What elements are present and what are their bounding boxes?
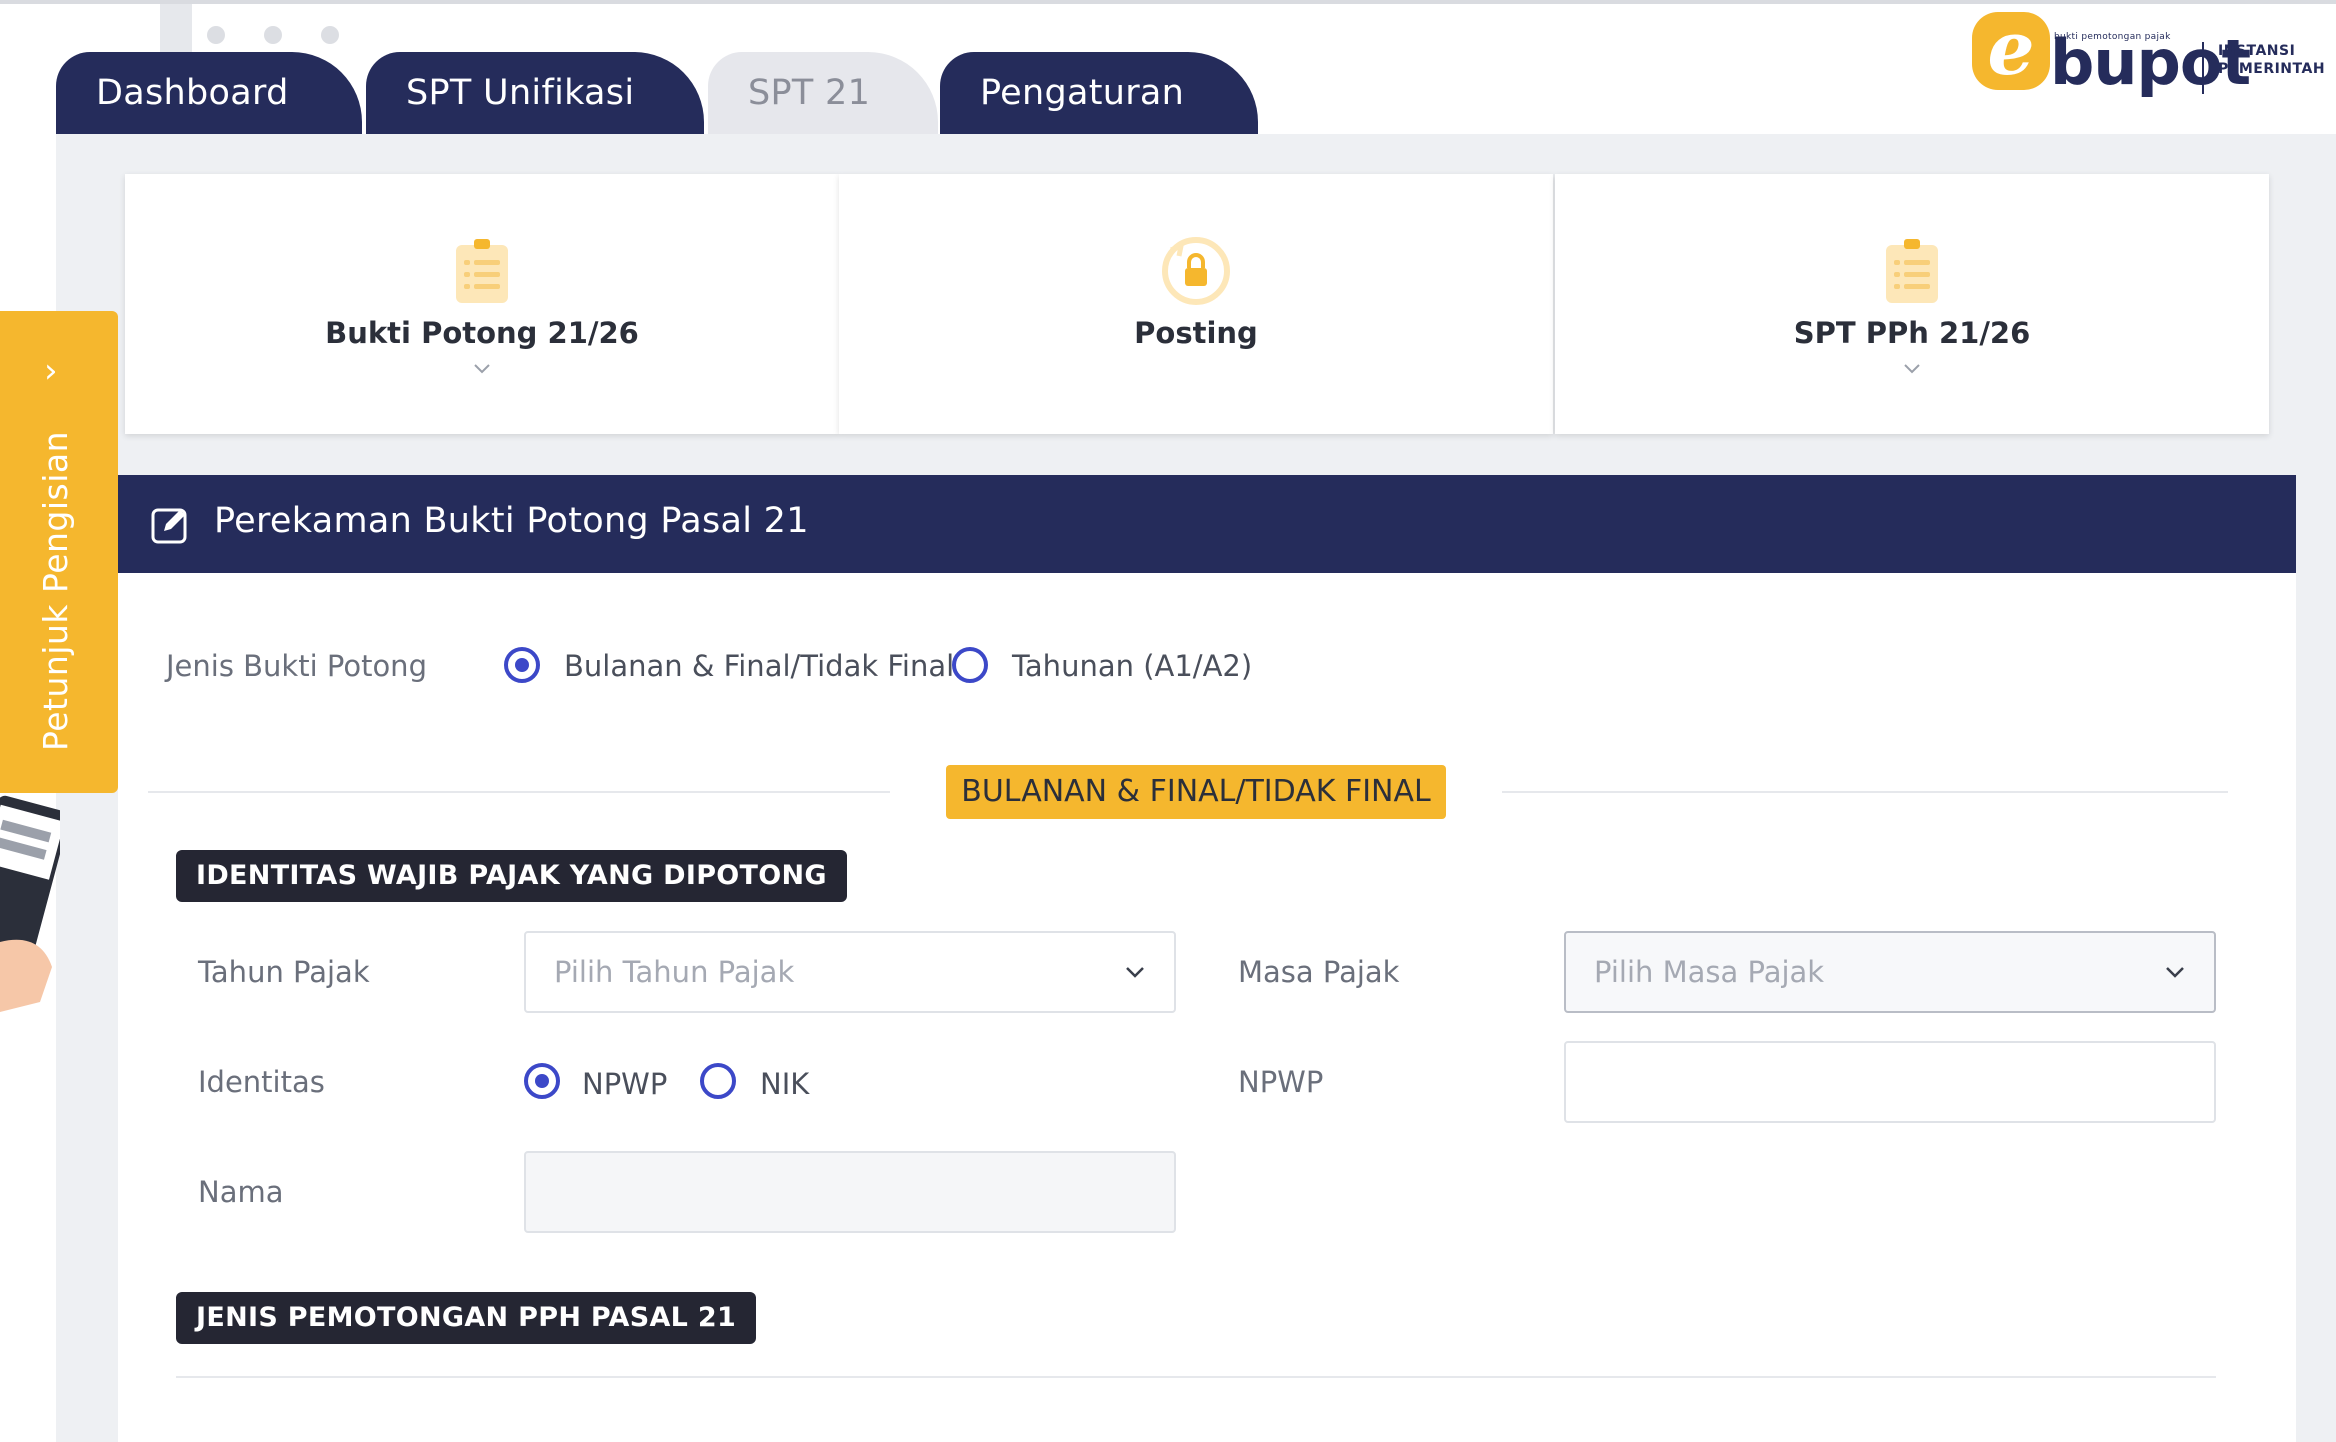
identitas-label: Identitas: [198, 1065, 325, 1099]
masa-pajak-placeholder: Pilih Masa Pajak: [1594, 955, 1825, 989]
masa-pajak-select[interactable]: Pilih Masa Pajak: [1564, 931, 2216, 1013]
card-label: Bukti Potong 21/26: [325, 316, 639, 350]
radio-npwp-label[interactable]: NPWP: [582, 1067, 667, 1101]
guide-label: Petunjuk Pengisian: [36, 430, 75, 751]
lock-refresh-icon: [1162, 237, 1230, 305]
identitas-section-header: IDENTITAS WAJIB PAJAK YANG DIPOTONG: [176, 850, 847, 902]
tahun-pajak-label: Tahun Pajak: [198, 955, 370, 989]
radio-bulanan[interactable]: [504, 647, 540, 683]
chevron-down-icon: [1903, 356, 1921, 380]
nama-label: Nama: [198, 1175, 284, 1209]
section-badge: BULANAN & FINAL/TIDAK FINAL: [946, 765, 1446, 819]
illustration-image: [0, 795, 60, 1012]
edit-icon: [151, 508, 187, 544]
chevron-down-icon: [2166, 967, 2184, 978]
masa-pajak-label: Masa Pajak: [1238, 955, 1400, 989]
logo-separator: [2202, 42, 2204, 94]
logo-letter: e: [1972, 12, 2050, 90]
chevron-right-icon[interactable]: ›: [44, 351, 58, 391]
browser-strip: [160, 4, 192, 54]
form-panel: Perekaman Bukti Potong Pasal 21 Jenis Bu…: [118, 475, 2296, 1442]
ebupot-logo: e bukti pemotongan pajak bupot INSTANSI …: [1972, 12, 2332, 102]
logo-instansi: INSTANSI PEMERINTAH: [2218, 42, 2325, 78]
form-title: Perekaman Bukti Potong Pasal 21: [214, 501, 809, 541]
card-label: Posting: [1134, 316, 1258, 350]
form-header: Perekaman Bukti Potong Pasal 21: [118, 475, 2296, 573]
tab-spt-21[interactable]: SPT 21: [708, 52, 938, 134]
radio-nik-label[interactable]: NIK: [760, 1067, 809, 1101]
window-dot: [207, 26, 225, 44]
clipboard-icon: [456, 239, 508, 303]
divider-line: [148, 791, 890, 793]
npwp-label: NPWP: [1238, 1065, 1324, 1099]
npwp-input[interactable]: [1564, 1041, 2216, 1123]
radio-tahunan[interactable]: [952, 647, 988, 683]
divider-line: [1502, 791, 2228, 793]
jenis-bukti-potong-label: Jenis Bukti Potong: [166, 649, 427, 683]
tab-pengaturan[interactable]: Pengaturan: [940, 52, 1258, 134]
chevron-down-icon: [473, 356, 491, 380]
card-label: SPT PPh 21/26: [1793, 316, 2031, 350]
guide-label-wrap: Petunjuk Pengisian: [36, 431, 86, 751]
divider-line: [176, 1376, 2216, 1378]
browser-top-border: [0, 0, 2336, 4]
card-bukti-potong[interactable]: Bukti Potong 21/26: [125, 174, 839, 434]
window-dot: [321, 26, 339, 44]
card-posting[interactable]: Posting: [839, 174, 1553, 434]
radio-npwp[interactable]: [524, 1063, 560, 1099]
tahun-pajak-placeholder: Pilih Tahun Pajak: [554, 955, 795, 989]
tahun-pajak-select[interactable]: Pilih Tahun Pajak: [524, 931, 1176, 1013]
logo-instansi-line1: INSTANSI: [2218, 43, 2296, 59]
nama-input[interactable]: [524, 1151, 1176, 1233]
card-spt-pph[interactable]: SPT PPh 21/26: [1555, 174, 2269, 434]
radio-tahunan-label[interactable]: Tahunan (A1/A2): [1012, 649, 1252, 683]
tab-spt-unifikasi[interactable]: SPT Unifikasi: [366, 52, 704, 134]
radio-nik[interactable]: [700, 1063, 736, 1099]
clipboard-icon: [1886, 239, 1938, 303]
radio-bulanan-label[interactable]: Bulanan & Final/Tidak Final: [564, 649, 954, 683]
jenis-pemotongan-section-header: JENIS PEMOTONGAN PPH PASAL 21: [176, 1292, 757, 1344]
tab-dashboard[interactable]: Dashboard: [56, 52, 362, 134]
logo-instansi-line2: PEMERINTAH: [2218, 61, 2326, 77]
petunjuk-pengisian-panel[interactable]: › Petunjuk Pengisian: [0, 311, 118, 793]
window-dot: [264, 26, 282, 44]
chevron-down-icon: [1126, 967, 1144, 978]
